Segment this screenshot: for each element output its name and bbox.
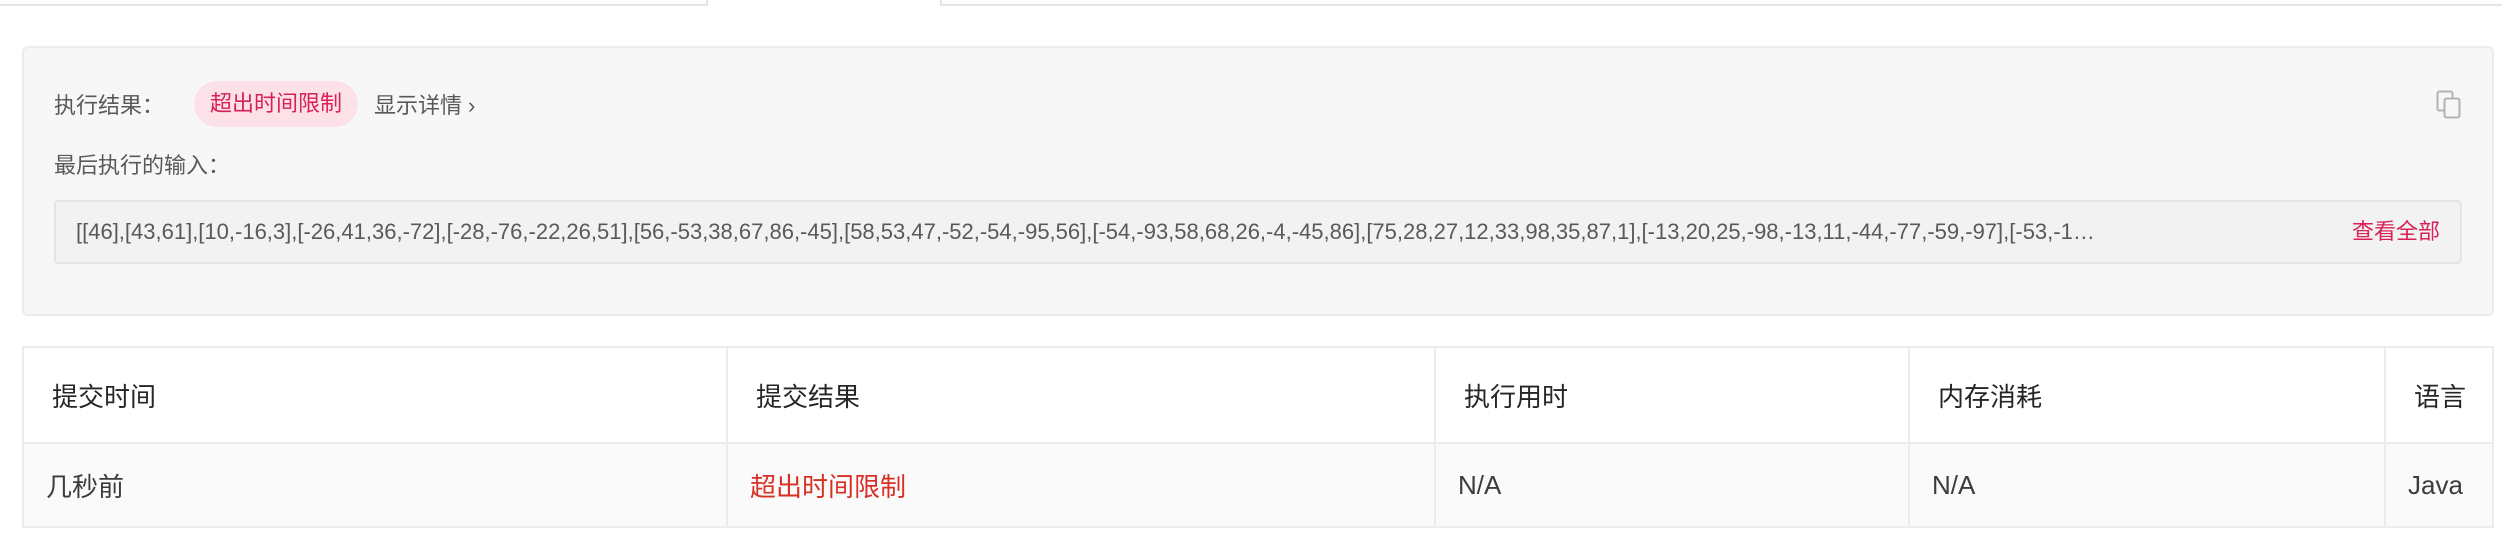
result-panel: 执行结果： 超出时间限制 显示详情 › 最后执行的输入： [[46],[43,61… [22,46,2494,316]
cell-submit-time: 几秒前 [24,444,728,526]
tab-strip [0,0,2502,6]
show-details-link[interactable]: 显示详情 › [374,88,475,120]
cell-runtime: N/A [1436,444,1910,526]
submission-status-link[interactable]: 超出时间限制 [750,467,906,504]
submissions-table: 提交时间 提交结果 执行用时 内存消耗 语言 几秒前 超出时间限制 N/A N/… [22,346,2494,528]
table-row[interactable]: 几秒前 超出时间限制 N/A N/A Java [24,444,2492,526]
last-input-value: [[46],[43,61],[10,-16,3],[-26,41,36,-72]… [76,219,2095,244]
last-input-label: 最后执行的输入： [54,153,231,178]
cell-submit-result: 超出时间限制 [728,444,1436,526]
table-header-row: 提交时间 提交结果 执行用时 内存消耗 语言 [24,348,2492,444]
header-submit-time: 提交时间 [24,348,728,442]
copy-icon[interactable] [2436,90,2462,120]
cell-memory: N/A [1910,444,2386,526]
result-row: 执行结果： 超出时间限制 显示详情 › [54,80,475,128]
result-label: 执行结果： [54,93,165,118]
cell-language: Java [2408,469,2463,500]
header-language: 语言 [2414,381,2467,412]
tab-divider-right [942,4,2502,6]
header-memory: 内存消耗 [1910,348,2386,442]
show-details-label: 显示详情 [374,93,463,118]
status-badge: 超出时间限制 [194,81,359,127]
header-runtime: 执行用时 [1436,348,1910,442]
last-input-box: [[46],[43,61],[10,-16,3],[-26,41,36,-72]… [54,200,2462,264]
chevron-right-icon: › [468,93,476,118]
tab-divider-left [0,4,706,6]
active-tab[interactable] [706,0,942,6]
header-submit-result: 提交结果 [728,348,1436,442]
view-all-link[interactable]: 查看全部 [2352,202,2440,262]
